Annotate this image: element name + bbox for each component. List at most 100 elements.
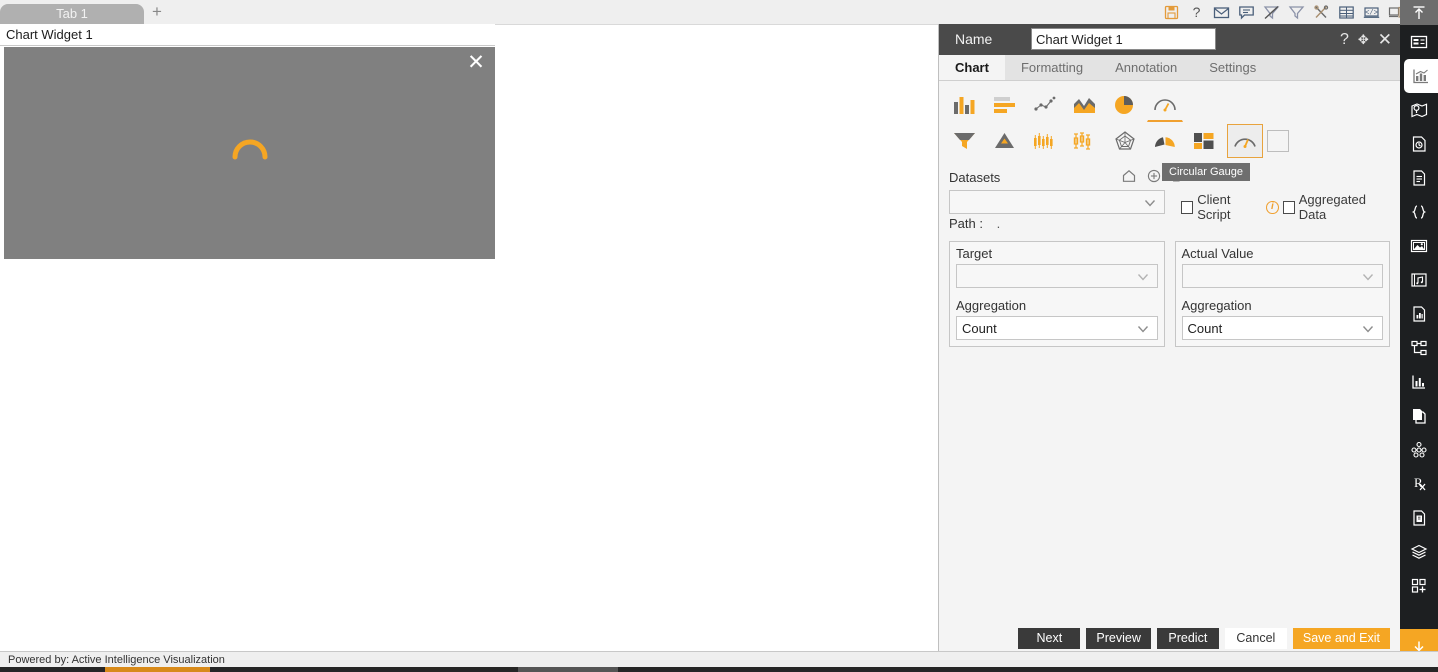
panel-move-button[interactable]: ✥ — [1358, 33, 1369, 46]
taskbar-item[interactable] — [518, 667, 618, 672]
rail-script-icon[interactable] — [1400, 501, 1438, 535]
client-script-group: Client Script i Aggregated Data — [1181, 192, 1390, 222]
chart-type-pie[interactable] — [1107, 88, 1143, 122]
actual-value-aggregation-label: Aggregation — [1181, 298, 1252, 313]
actual-value-select[interactable] — [1181, 264, 1383, 288]
chevron-down-icon — [1135, 321, 1151, 340]
actual-value-label: Actual Value — [1181, 246, 1254, 261]
target-aggregation-select[interactable]: Count — [956, 316, 1158, 340]
chart-type-radar[interactable] — [1107, 124, 1143, 158]
tab-formatting[interactable]: Formatting — [1005, 55, 1099, 80]
rail-kpi-icon[interactable] — [1400, 365, 1438, 399]
rail-hierarchy-icon[interactable] — [1400, 331, 1438, 365]
actual-value-aggregation-group: Aggregation Count — [1176, 294, 1390, 346]
chart-type-semi-gauge[interactable] — [1147, 124, 1183, 158]
rail-cluster-icon[interactable] — [1400, 433, 1438, 467]
next-button[interactable]: Next — [1018, 627, 1081, 649]
chart-properties-panel: Name ? ✥ ✕ Chart Formatting Annotation S… — [938, 24, 1400, 656]
chart-type-scatter[interactable] — [1027, 88, 1063, 122]
rail-copy-icon[interactable] — [1400, 399, 1438, 433]
save-and-exit-button[interactable]: Save and Exit — [1292, 627, 1390, 649]
aggregated-data-checkbox[interactable] — [1282, 200, 1295, 214]
rail-chart-icon[interactable] — [1404, 59, 1438, 93]
rail-image-icon[interactable] — [1400, 229, 1438, 263]
filter-funnel-icon[interactable] — [1288, 4, 1305, 21]
chart-type-gauge-row1[interactable] — [1147, 88, 1183, 122]
tab-chart[interactable]: Chart — [939, 55, 1005, 80]
tab-tab-1[interactable]: Tab 1 — [0, 4, 144, 24]
tab-strip: Tab 1 + — [0, 0, 170, 24]
rail-report-icon[interactable] — [1400, 297, 1438, 331]
chevron-down-icon — [1360, 321, 1376, 340]
chart-widget-title: Chart Widget 1 — [0, 24, 495, 46]
predict-button[interactable]: Predict — [1156, 627, 1219, 649]
rail-data-source-icon[interactable] — [1400, 127, 1438, 161]
rail-prescription-icon[interactable]: R — [1400, 467, 1438, 501]
chart-type-row-1 — [947, 87, 1392, 123]
cancel-button[interactable]: Cancel — [1224, 627, 1287, 649]
app-root: Tab 1 + ? </> Chart Widget 1 ✕ Name Char… — [0, 0, 1438, 672]
target-select-value — [957, 269, 962, 284]
rail-widget-icon[interactable] — [1400, 25, 1438, 59]
chart-type-area[interactable] — [1067, 88, 1103, 122]
tab-annotation[interactable]: Annotation — [1099, 55, 1193, 80]
rail-json-icon[interactable] — [1400, 195, 1438, 229]
info-icon[interactable]: i — [1266, 200, 1279, 214]
taskbar-item-active[interactable] — [105, 667, 210, 672]
chevron-down-icon — [1135, 269, 1151, 288]
chart-type-column[interactable] — [947, 88, 983, 122]
rail-document-icon[interactable] — [1400, 161, 1438, 195]
chart-type-bar[interactable] — [987, 88, 1023, 122]
dataset-select[interactable] — [949, 190, 1165, 214]
chart-type-boxplot[interactable] — [1067, 124, 1103, 158]
comment-bubble-icon[interactable] — [1238, 4, 1255, 21]
status-bar: Powered by: Active Intelligence Visualiz… — [0, 651, 1438, 667]
chart-type-funnel[interactable] — [947, 124, 983, 158]
dataset-home-icon[interactable] — [1121, 168, 1137, 187]
aggregated-data-label: Aggregated Data — [1298, 192, 1366, 222]
chart-type-candlestick[interactable] — [1027, 124, 1063, 158]
target-select[interactable] — [956, 264, 1158, 288]
add-tab-button[interactable]: + — [144, 0, 170, 24]
actual-value-column: Actual Value Aggregation Count — [1174, 241, 1390, 347]
target-group: Target — [950, 242, 1164, 294]
actual-value-aggregation-select[interactable]: Count — [1181, 316, 1383, 340]
dataset-select-row: Client Script i Aggregated Data — [949, 190, 1390, 222]
chart-type-pyramid[interactable] — [987, 124, 1023, 158]
rail-media-icon[interactable] — [1400, 263, 1438, 297]
right-rail: R — [1400, 0, 1438, 672]
actual-value-select-value — [1183, 269, 1188, 284]
collapse-up-icon[interactable] — [1400, 0, 1438, 25]
chart-type-row-2 — [947, 123, 1392, 159]
panel-header-buttons: ? ✥ ✕ — [1340, 24, 1392, 55]
rail-add-widget-icon[interactable] — [1400, 569, 1438, 603]
tools-icon[interactable] — [1313, 4, 1330, 21]
target-column: Target Aggregation Count — [949, 241, 1165, 347]
top-bar: Tab 1 + ? </> — [0, 0, 1438, 25]
preview-button[interactable]: Preview — [1086, 627, 1151, 649]
rail-layers-icon[interactable] — [1400, 535, 1438, 569]
widget-name-input[interactable] — [1031, 28, 1216, 50]
dataset-add-icon[interactable] — [1146, 168, 1162, 187]
panel-help-button[interactable]: ? — [1340, 31, 1349, 48]
panel-close-button[interactable]: ✕ — [1378, 31, 1392, 48]
datasets-label: Datasets — [949, 170, 1001, 185]
client-script-checkbox[interactable] — [1181, 200, 1194, 214]
target-label: Target — [956, 246, 993, 261]
table-grid-icon[interactable] — [1338, 4, 1355, 21]
tab-settings[interactable]: Settings — [1193, 55, 1272, 80]
save-icon[interactable] — [1163, 4, 1180, 21]
clear-filter-icon[interactable] — [1263, 4, 1280, 21]
help-question-icon[interactable]: ? — [1188, 4, 1205, 21]
mail-envelope-icon[interactable] — [1213, 4, 1230, 21]
actual-value-aggregation-value: Count — [1187, 321, 1223, 336]
chart-type-circular-gauge[interactable] — [1227, 124, 1263, 158]
target-aggregation-group: Aggregation Count — [950, 294, 1164, 346]
code-window-icon[interactable]: </> — [1363, 4, 1380, 21]
client-script-label: Client Script — [1197, 192, 1231, 222]
chart-type-blank[interactable] — [1267, 130, 1289, 152]
close-icon[interactable]: ✕ — [465, 52, 487, 75]
target-aggregation-value: Count — [962, 321, 997, 336]
rail-map-icon[interactable] — [1400, 93, 1438, 127]
chart-type-treemap[interactable] — [1187, 124, 1223, 158]
